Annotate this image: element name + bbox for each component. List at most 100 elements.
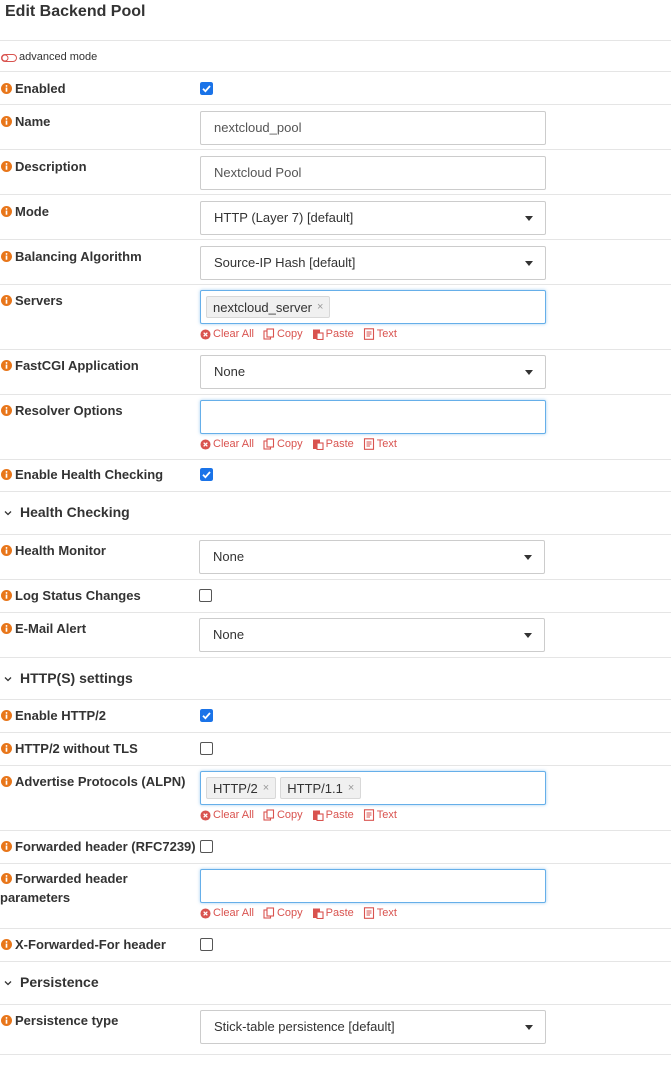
resolver-label: Resolver Options — [0, 401, 123, 420]
tag-chip[interactable]: HTTP/2 × — [206, 777, 277, 799]
health-monitor-label: Health Monitor — [0, 541, 106, 560]
tag-remove-icon[interactable]: × — [348, 782, 354, 794]
balancing-row: Balancing Algorithm Source-IP Hash [defa… — [0, 240, 671, 285]
text-button[interactable]: Text — [363, 328, 397, 340]
enable-health-checkbox[interactable] — [200, 468, 213, 481]
caret-down-icon — [524, 555, 532, 560]
fastcgi-label: FastCGI Application — [0, 356, 139, 375]
info-icon[interactable] — [1, 161, 12, 172]
info-icon[interactable] — [1, 405, 12, 416]
paste-icon — [312, 438, 324, 450]
copy-button[interactable]: Copy — [263, 907, 303, 919]
info-icon[interactable] — [1, 469, 12, 480]
fastcgi-select[interactable]: None — [200, 355, 546, 389]
mode-select[interactable]: HTTP (Layer 7) [default] — [200, 201, 546, 235]
info-icon[interactable] — [1, 251, 12, 262]
info-icon[interactable] — [1, 743, 12, 754]
text-icon — [363, 438, 375, 450]
caret-down-icon — [525, 216, 533, 221]
clear-all-button[interactable]: Clear All — [200, 809, 254, 821]
info-icon[interactable] — [1, 116, 12, 127]
info-icon[interactable] — [1, 1015, 12, 1026]
section-persistence[interactable]: Persistence — [0, 962, 671, 1005]
caret-down-icon — [525, 261, 533, 266]
persistence-type-label: Persistence type — [0, 1011, 118, 1030]
mode-label: Mode — [0, 202, 49, 221]
toggle-off-icon[interactable] — [1, 54, 17, 62]
balancing-select[interactable]: Source-IP Hash [default] — [200, 246, 546, 280]
fwd-header-checkbox[interactable] — [200, 840, 213, 853]
tag-remove-icon[interactable]: × — [263, 782, 269, 794]
health-monitor-select[interactable]: None — [199, 540, 545, 574]
fwd-params-tools: Clear All Copy Paste Text — [200, 907, 406, 919]
advanced-mode-label[interactable]: advanced mode — [19, 51, 97, 63]
clear-all-button[interactable]: Clear All — [200, 907, 254, 919]
log-status-label: Log Status Changes — [0, 586, 141, 605]
email-alert-row: E-Mail Alert None — [0, 613, 671, 658]
balancing-label: Balancing Algorithm — [0, 247, 142, 266]
info-icon[interactable] — [1, 873, 12, 884]
text-button[interactable]: Text — [363, 809, 397, 821]
info-icon[interactable] — [1, 776, 12, 787]
description-input[interactable]: Nextcloud Pool — [200, 156, 546, 190]
fwd-params-row: Forwarded header parameters Clear All Co… — [0, 864, 671, 929]
clear-icon — [200, 908, 211, 919]
alpn-tools: Clear All Copy Paste Text — [200, 809, 406, 821]
email-alert-select[interactable]: None — [199, 618, 545, 652]
clear-all-button[interactable]: Clear All — [200, 328, 254, 340]
log-status-checkbox[interactable] — [199, 589, 212, 602]
xff-checkbox[interactable] — [200, 938, 213, 951]
xff-row: X-Forwarded-For header — [0, 929, 671, 962]
info-icon[interactable] — [1, 295, 12, 306]
paste-icon — [312, 328, 324, 340]
info-icon[interactable] — [1, 710, 12, 721]
section-health-checking[interactable]: Health Checking — [0, 492, 671, 535]
enabled-checkbox[interactable] — [200, 82, 213, 95]
section-https-settings[interactable]: HTTP(S) settings — [0, 658, 671, 700]
dialog-header: Edit Backend Pool — [0, 0, 671, 41]
info-icon[interactable] — [1, 939, 12, 950]
info-icon[interactable] — [1, 590, 12, 601]
text-button[interactable]: Text — [363, 438, 397, 450]
paste-button[interactable]: Paste — [312, 907, 354, 919]
alpn-tag-input[interactable]: HTTP/2 × HTTP/1.1 × — [200, 771, 546, 805]
health-monitor-row: Health Monitor None — [0, 535, 671, 580]
servers-tag-input[interactable]: nextcloud_server × — [200, 290, 546, 324]
name-input[interactable]: nextcloud_pool — [200, 111, 546, 145]
info-icon[interactable] — [1, 83, 12, 94]
paste-button[interactable]: Paste — [312, 328, 354, 340]
page-title: Edit Backend Pool — [5, 3, 146, 20]
paste-button[interactable]: Paste — [312, 809, 354, 821]
tag-chip[interactable]: nextcloud_server × — [206, 296, 331, 318]
info-icon[interactable] — [1, 623, 12, 634]
advanced-mode-row: advanced mode — [0, 43, 671, 72]
alpn-row: Advertise Protocols (ALPN) HTTP/2 × HTTP/… — [0, 766, 671, 831]
copy-icon — [263, 907, 275, 919]
xff-label: X-Forwarded-For header — [0, 935, 166, 954]
enable-http2-checkbox[interactable] — [200, 709, 213, 722]
section-title: Persistence — [20, 974, 99, 990]
clear-icon — [200, 329, 211, 340]
section-title: HTTP(S) settings — [20, 670, 133, 686]
copy-button[interactable]: Copy — [263, 809, 303, 821]
servers-tools: Clear All Copy Paste Text — [200, 328, 406, 340]
copy-icon — [263, 438, 275, 450]
resolver-input[interactable] — [200, 400, 546, 434]
info-icon[interactable] — [1, 841, 12, 852]
fwd-params-input[interactable] — [200, 869, 546, 903]
text-button[interactable]: Text — [363, 907, 397, 919]
section-title: Health Checking — [20, 504, 130, 520]
paste-button[interactable]: Paste — [312, 438, 354, 450]
info-icon[interactable] — [1, 545, 12, 556]
tag-chip[interactable]: HTTP/1.1 × — [280, 777, 362, 799]
persistence-type-select[interactable]: Stick-table persistence [default] — [200, 1010, 546, 1044]
copy-button[interactable]: Copy — [263, 328, 303, 340]
clear-all-button[interactable]: Clear All — [200, 438, 254, 450]
http2-no-tls-checkbox[interactable] — [200, 742, 213, 755]
tag-remove-icon[interactable]: × — [317, 301, 323, 313]
info-icon[interactable] — [1, 360, 12, 371]
info-icon[interactable] — [1, 206, 12, 217]
fwd-header-label: Forwarded header (RFC7239) — [0, 837, 196, 856]
persistence-type-row: Persistence type Stick-table persistence… — [0, 1005, 671, 1055]
copy-button[interactable]: Copy — [263, 438, 303, 450]
